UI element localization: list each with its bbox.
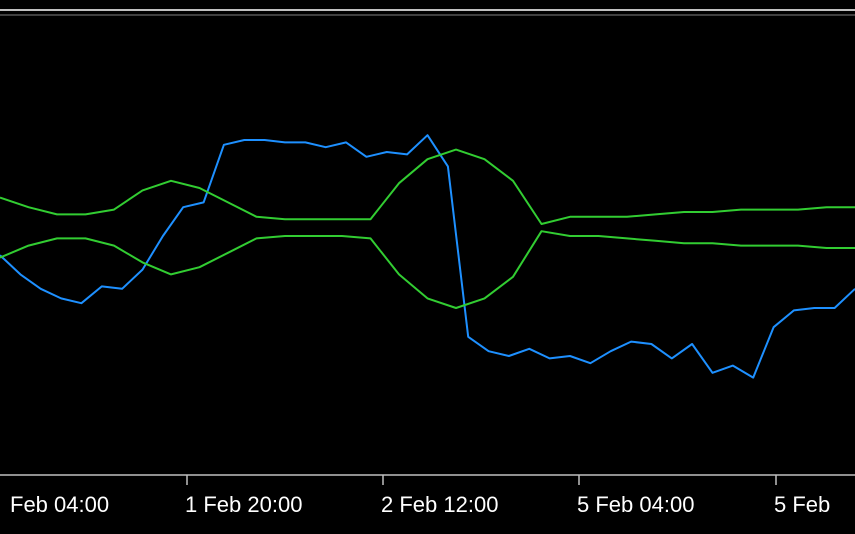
- chart-window: Feb 04:00 1 Feb 20:00 2 Feb 12:00 5 Feb 04:…: [0, 0, 855, 534]
- chart-background: [0, 0, 855, 534]
- x-tick-label: 2 Feb 12:00: [381, 492, 498, 517]
- price-chart: Feb 04:00 1 Feb 20:00 2 Feb 12:00 5 Feb 04:…: [0, 0, 855, 534]
- x-tick-label: Feb 04:00: [10, 492, 109, 517]
- x-tick-label: 1 Feb 20:00: [185, 492, 302, 517]
- x-tick-label: 5 Feb: [774, 492, 830, 517]
- x-tick-label: 5 Feb 04:00: [577, 492, 694, 517]
